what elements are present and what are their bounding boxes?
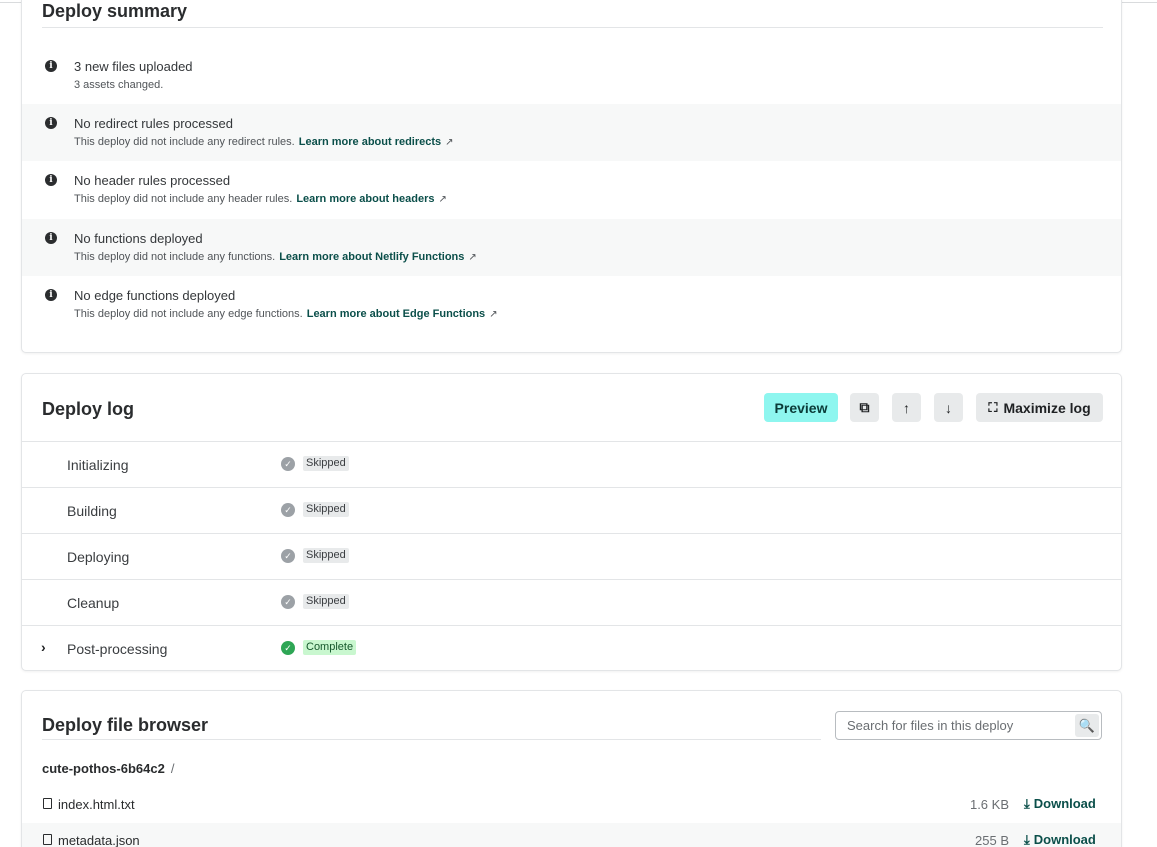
file-size: 1.6 KB bbox=[969, 797, 1009, 812]
deploy-file-browser-card: Deploy file browser 🔍 cute-pothos-6b64c2… bbox=[21, 690, 1122, 847]
clipboard-icon: ⧉ bbox=[859, 399, 870, 415]
maximize-icon: ⛶ bbox=[988, 399, 998, 415]
summary-item-title: No redirect rules processed bbox=[74, 116, 233, 131]
arrow-down-icon: ↓ bbox=[945, 399, 952, 416]
status-badge: Skipped bbox=[303, 456, 349, 471]
download-link[interactable]: ⤓ Download bbox=[1024, 796, 1096, 812]
file-name[interactable]: index.html.txt bbox=[58, 797, 135, 812]
arrow-up-icon: ↑ bbox=[903, 399, 910, 416]
summary-item-edge-functions: i No edge functions deployed This deploy… bbox=[22, 276, 1121, 333]
check-circle-icon: ✓ bbox=[281, 595, 295, 609]
deploy-log-card: Deploy log Preview ⧉ ↑ ↓ ⛶ Maximize log I… bbox=[21, 373, 1122, 671]
download-icon: ⤓ bbox=[1024, 832, 1030, 847]
file-browser-title: Deploy file browser bbox=[42, 715, 821, 740]
file-size: 255 B bbox=[975, 833, 1009, 847]
summary-item-subtitle: This deploy did not include any function… bbox=[74, 251, 477, 263]
info-icon: i bbox=[45, 232, 57, 244]
info-icon: i bbox=[45, 60, 57, 72]
check-circle-icon: ✓ bbox=[281, 457, 295, 471]
log-step-row[interactable]: Deploying ✓ Skipped bbox=[22, 533, 1121, 579]
summary-item-headers: i No header rules processed This deploy … bbox=[22, 161, 1121, 218]
scroll-top-button[interactable]: ↑ bbox=[892, 393, 921, 422]
file-name[interactable]: metadata.json bbox=[58, 833, 140, 847]
summary-item-subtitle-text: This deploy did not include any function… bbox=[74, 251, 276, 263]
file-icon bbox=[43, 834, 52, 845]
download-label: Download bbox=[1033, 832, 1096, 847]
file-icon bbox=[43, 798, 52, 809]
copy-log-button[interactable]: ⧉ bbox=[850, 393, 879, 422]
summary-item-redirects: i No redirect rules processed This deplo… bbox=[22, 104, 1121, 161]
file-row: metadata.json 255 B ⤓ Download bbox=[22, 823, 1121, 847]
log-step-row[interactable]: Initializing ✓ Skipped bbox=[22, 441, 1121, 487]
summary-item-subtitle: This deploy did not include any edge fun… bbox=[74, 308, 498, 320]
download-icon: ⤓ bbox=[1024, 796, 1030, 811]
learn-more-edge-functions-link[interactable]: Learn more about Edge Functions bbox=[307, 308, 485, 320]
log-step-name: Deploying bbox=[67, 549, 130, 565]
summary-item-subtitle: This deploy did not include any header r… bbox=[74, 193, 447, 205]
external-link-icon: ↗ bbox=[468, 252, 477, 263]
info-icon: i bbox=[45, 117, 57, 129]
check-circle-icon: ✓ bbox=[281, 641, 295, 655]
preview-button[interactable]: Preview bbox=[764, 393, 838, 422]
breadcrumb: cute-pothos-6b64c2 / bbox=[42, 761, 174, 776]
log-step-row-expandable[interactable]: › Post-processing ✓ Complete bbox=[22, 625, 1121, 671]
log-step-name: Initializing bbox=[67, 457, 129, 473]
check-circle-icon: ✓ bbox=[281, 549, 295, 563]
external-link-icon: ↗ bbox=[445, 137, 454, 148]
summary-item-subtitle-text: This deploy did not include any redirect… bbox=[74, 136, 295, 148]
download-link[interactable]: ⤓ Download bbox=[1024, 832, 1096, 847]
learn-more-functions-link[interactable]: Learn more about Netlify Functions bbox=[279, 251, 464, 263]
summary-item-subtitle-text: This deploy did not include any edge fun… bbox=[74, 308, 303, 320]
file-search: 🔍 bbox=[835, 711, 1102, 740]
deploy-summary-title: Deploy summary bbox=[42, 1, 1103, 28]
info-icon: i bbox=[45, 174, 57, 186]
status-badge: Skipped bbox=[303, 502, 349, 517]
log-step-row[interactable]: Building ✓ Skipped bbox=[22, 487, 1121, 533]
breadcrumb-root[interactable]: cute-pothos-6b64c2 bbox=[42, 761, 165, 776]
summary-item-title: No header rules processed bbox=[74, 173, 231, 188]
maximize-log-button[interactable]: ⛶ Maximize log bbox=[976, 393, 1103, 422]
status-badge: Complete bbox=[303, 640, 357, 655]
maximize-log-label: Maximize log bbox=[1003, 399, 1091, 416]
learn-more-headers-link[interactable]: Learn more about headers bbox=[296, 193, 434, 205]
summary-item-functions: i No functions deployed This deploy did … bbox=[22, 219, 1121, 276]
summary-item-files: i 3 new files uploaded 3 assets changed. bbox=[22, 47, 1121, 104]
status-badge: Skipped bbox=[303, 594, 349, 609]
summary-item-subtitle: This deploy did not include any redirect… bbox=[74, 136, 454, 148]
log-step-row[interactable]: Cleanup ✓ Skipped bbox=[22, 579, 1121, 625]
summary-item-title: No edge functions deployed bbox=[74, 288, 236, 303]
search-icon[interactable]: 🔍 bbox=[1075, 714, 1099, 737]
summary-item-subtitle: 3 assets changed. bbox=[74, 79, 164, 91]
chevron-right-icon[interactable]: › bbox=[41, 639, 46, 655]
external-link-icon: ↗ bbox=[438, 194, 447, 205]
summary-item-title: No functions deployed bbox=[74, 231, 203, 246]
check-circle-icon: ✓ bbox=[281, 503, 295, 517]
file-search-input[interactable] bbox=[836, 712, 1072, 739]
summary-item-title: 3 new files uploaded bbox=[74, 59, 193, 74]
status-badge: Skipped bbox=[303, 548, 349, 563]
deploy-log-title: Deploy log bbox=[42, 399, 135, 419]
scroll-bottom-button[interactable]: ↓ bbox=[934, 393, 963, 422]
external-link-icon: ↗ bbox=[489, 309, 498, 320]
deploy-summary-card: Deploy summary i 3 new files uploaded 3 … bbox=[21, 0, 1122, 353]
log-step-name: Cleanup bbox=[67, 595, 120, 611]
log-step-name: Post-processing bbox=[67, 641, 168, 657]
info-icon: i bbox=[45, 289, 57, 301]
summary-item-subtitle-text: This deploy did not include any header r… bbox=[74, 193, 293, 205]
learn-more-redirects-link[interactable]: Learn more about redirects bbox=[299, 136, 441, 148]
download-label: Download bbox=[1033, 796, 1096, 811]
file-row: index.html.txt 1.6 KB ⤓ Download bbox=[22, 787, 1121, 823]
log-step-name: Building bbox=[67, 503, 117, 519]
breadcrumb-separator: / bbox=[170, 761, 175, 776]
